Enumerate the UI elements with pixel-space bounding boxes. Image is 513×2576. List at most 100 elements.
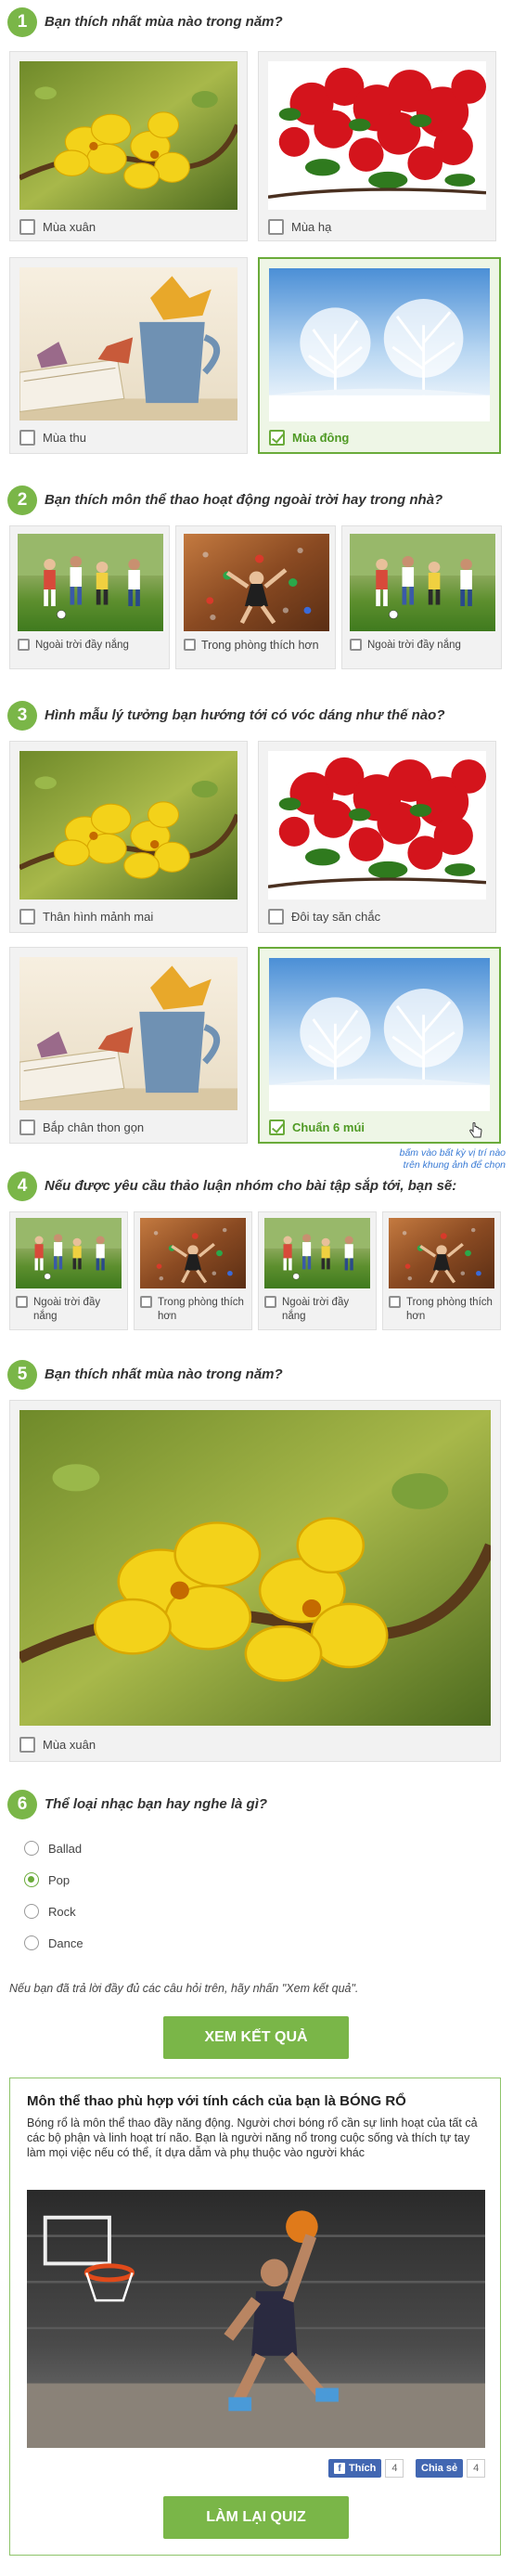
option-card-ngoai-troi-2[interactable]: Ngoài trời đầy nắng <box>258 1211 377 1330</box>
like-count: 4 <box>385 2459 404 2478</box>
option-label: Mùa hạ <box>291 220 332 234</box>
radio-button[interactable] <box>24 1904 39 1919</box>
option-image <box>19 61 237 210</box>
question-number-badge: 1 <box>7 7 37 37</box>
option-image <box>269 958 490 1111</box>
question-number-badge: 5 <box>7 1360 37 1390</box>
option-checkbox[interactable] <box>264 1296 276 1308</box>
question-text: Bạn thích môn thể thao hoạt động ngoài t… <box>45 492 443 508</box>
hand-cursor-icon <box>468 1122 483 1144</box>
option-card-trong-phong[interactable]: Trong phòng thích hơn <box>175 525 336 669</box>
share-button[interactable]: Chia sẻ <box>416 2459 464 2478</box>
result-image <box>27 2190 485 2448</box>
option-image <box>16 1218 122 1288</box>
option-card-mua-ha[interactable]: Mùa hạ <box>258 51 496 241</box>
option-label: Mùa đông <box>292 431 350 445</box>
option-card-trong-phong-2[interactable]: Trong phòng thích hơn <box>382 1211 501 1330</box>
radio-label: Pop <box>48 1872 71 1887</box>
option-image <box>268 61 486 210</box>
option-label: Ngoài trời đầy nắng <box>33 1297 101 1322</box>
option-image <box>19 751 237 900</box>
radio-button[interactable] <box>24 1935 39 1950</box>
option-checkbox[interactable] <box>19 219 35 235</box>
question-text: Hình mẫu lý tưởng bạn hướng tới có vóc d… <box>45 707 445 723</box>
option-checkbox-checked[interactable] <box>269 430 285 446</box>
option-label: Ngoài trời đầy nắng <box>367 640 461 651</box>
question-5-header: 5 Bạn thích nhất mùa nào trong năm? <box>7 1360 508 1392</box>
option-checkbox[interactable] <box>140 1296 152 1308</box>
option-image <box>140 1218 246 1288</box>
option-image <box>389 1218 494 1288</box>
option-card-mua-thu[interactable]: Mùa thu <box>9 257 248 454</box>
option-image <box>184 534 329 631</box>
option-checkbox[interactable] <box>184 639 196 651</box>
option-label: Đôi tay săn chắc <box>291 910 381 924</box>
question-number-badge: 2 <box>7 485 37 515</box>
option-label: Thân hình mảnh mai <box>43 910 154 924</box>
question-text: Thể loại nhạc bạn hay nghe là gì? <box>45 1796 268 1812</box>
radio-button-selected[interactable] <box>24 1872 39 1887</box>
question-text: Bạn thích nhất mùa nào trong năm? <box>45 1366 283 1382</box>
option-card-chuan-6-mui[interactable]: Chuẩn 6 múi <box>258 947 501 1144</box>
option-card-trong-phong[interactable]: Trong phòng thích hơn <box>134 1211 252 1330</box>
result-title: Môn thể thao phù hợp với tính cách của b… <box>27 2093 406 2109</box>
question-3-header: 3 Hình mẫu lý tưởng bạn hướng tới có vóc… <box>7 701 508 732</box>
option-card-mua-xuan[interactable]: Mùa xuân <box>9 51 248 241</box>
option-checkbox[interactable] <box>268 909 284 925</box>
option-label: Ngoài trời đầy nắng <box>282 1297 350 1322</box>
option-image <box>19 267 237 421</box>
option-checkbox[interactable] <box>19 430 35 446</box>
instruction-text: Nếu bạn đã trả lời đầy đủ các câu hỏi tr… <box>9 1982 359 1995</box>
option-image <box>350 534 495 631</box>
option-card-doi-tay[interactable]: Đôi tay săn chắc <box>258 741 496 933</box>
option-label: Trong phòng thích hơn <box>406 1297 493 1322</box>
question-text: Nếu được yêu cầu thảo luận nhóm cho bài … <box>45 1178 457 1194</box>
option-checkbox[interactable] <box>350 639 362 651</box>
option-card-ngoai-troi[interactable]: Ngoài trời đầy nắng <box>9 525 170 669</box>
option-checkbox[interactable] <box>19 1737 35 1753</box>
option-card-mua-xuan[interactable]: Mùa xuân <box>9 1400 501 1762</box>
share-count: 4 <box>467 2459 486 2478</box>
option-label: Ngoài trời đầy nắng <box>35 640 129 651</box>
option-label: Trong phòng thích hơn <box>158 1297 244 1322</box>
question-2-header: 2 Bạn thích môn thể thao hoạt động ngoài… <box>7 485 508 517</box>
share-widget: Chia sẻ 4 <box>416 2459 486 2478</box>
option-label: Bắp chân thon gọn <box>43 1120 145 1134</box>
option-checkbox[interactable] <box>16 1296 28 1308</box>
radio-option-rock[interactable]: Rock <box>24 1904 76 1919</box>
question-text: Bạn thích nhất mùa nào trong năm? <box>45 14 283 30</box>
question-1-header: 1 Bạn thích nhất mùa nào trong năm? <box>7 7 508 39</box>
facebook-icon: f <box>334 2463 345 2474</box>
option-card-mua-dong[interactable]: Mùa đông <box>258 257 501 454</box>
option-checkbox[interactable] <box>18 639 30 651</box>
option-checkbox[interactable] <box>19 909 35 925</box>
question-4-header: 4 Nếu được yêu cầu thảo luận nhóm cho bà… <box>7 1171 508 1203</box>
result-description: Bóng rổ là môn thể thao đầy năng động. N… <box>27 2116 478 2159</box>
radio-option-ballad[interactable]: Ballad <box>24 1841 82 1856</box>
option-label: Mùa xuân <box>43 220 96 234</box>
option-checkbox[interactable] <box>19 1120 35 1135</box>
radio-button[interactable] <box>24 1841 39 1856</box>
question-number-badge: 6 <box>7 1790 37 1819</box>
option-checkbox-checked[interactable] <box>269 1120 285 1135</box>
radio-label: Rock <box>48 1904 76 1919</box>
radio-option-dance[interactable]: Dance <box>24 1935 83 1950</box>
option-card-bap-chan[interactable]: Bắp chân thon gọn <box>9 947 248 1144</box>
option-card-than-hinh[interactable]: Thân hình mảnh mai <box>9 741 248 933</box>
option-image <box>18 534 163 631</box>
retry-quiz-button[interactable]: LÀM LẠI QUIZ <box>163 2496 349 2539</box>
option-image <box>268 751 486 900</box>
radio-label: Ballad <box>48 1841 83 1856</box>
like-button[interactable]: f Thích <box>328 2459 382 2478</box>
option-label: Mùa thu <box>43 431 86 445</box>
option-checkbox[interactable] <box>268 219 284 235</box>
view-result-button[interactable]: XEM KẾT QUẢ <box>163 2016 349 2059</box>
option-image <box>264 1218 370 1288</box>
option-label: Trong phòng thích hơn <box>201 639 319 652</box>
question-number-badge: 3 <box>7 701 37 731</box>
option-checkbox[interactable] <box>389 1296 401 1308</box>
option-card-ngoai-troi-2[interactable]: Ngoài trời đầy nắng <box>341 525 502 669</box>
option-image <box>19 1410 491 1726</box>
radio-option-pop[interactable]: Pop <box>24 1872 70 1887</box>
option-card-ngoai-troi[interactable]: Ngoài trời đầy nắng <box>9 1211 128 1330</box>
